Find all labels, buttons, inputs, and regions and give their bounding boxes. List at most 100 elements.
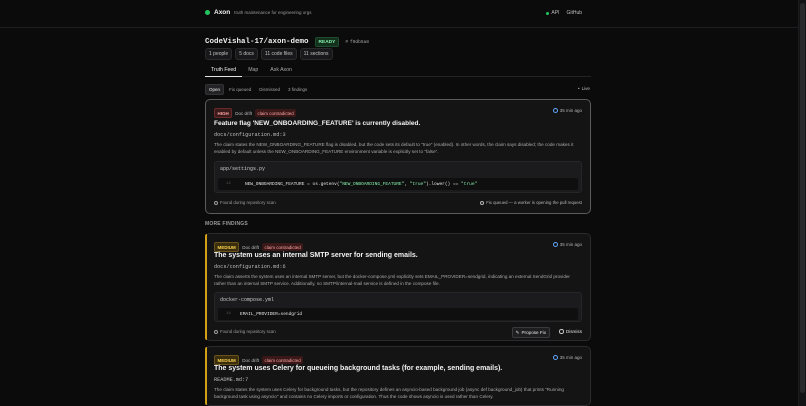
tab-truth-feed[interactable]: Truth Feed <box>205 65 243 77</box>
stat-people: 1 people <box>205 48 233 60</box>
repo-name: CodeVishal-17/axon-demo <box>205 38 309 46</box>
finding-age: 35 min ago <box>552 242 582 247</box>
code-file-name: app/settings.py <box>220 166 266 172</box>
tab-map[interactable]: Map <box>242 65 264 77</box>
age-text: 35 min ago <box>559 108 582 113</box>
filter-bar: Open Fix queued Dismissed 3 findings <box>205 84 310 95</box>
code-part: ).lower() == <box>425 181 462 187</box>
line-number: 14 <box>226 312 231 316</box>
doc-path-link[interactable]: docs/configuration.md:3 <box>214 132 286 138</box>
loading-icon <box>480 200 485 205</box>
code-part: NEW_ONBOARDING_FEATURE = os.getenv( <box>245 181 340 187</box>
dismiss-button[interactable]: Dismiss <box>559 329 582 334</box>
stat-code-files: 11 code files <box>260 48 297 60</box>
severity-badge: MEDIUM <box>214 355 240 365</box>
finding-badges: MEDIUM Doc drift claim contradicted <box>214 242 304 252</box>
code-string: "true" <box>461 181 478 187</box>
github-link[interactable]: GitHub <box>566 10 582 16</box>
more-findings-heading: MORE FINDINGS <box>205 221 248 227</box>
finding-title: The system uses Celery for queueing back… <box>214 365 503 372</box>
status-badge: READY <box>314 37 340 47</box>
category-label: Doc drift <box>242 244 260 250</box>
app-name: Axon <box>214 9 231 16</box>
top-bar: Axon truth maintenance for engineering o… <box>0 0 798 28</box>
dismiss-icon <box>559 329 564 334</box>
live-label: Live <box>581 86 590 91</box>
repo-header: CodeVishal-17/axon-demo READY # f0db5a8 <box>205 37 369 47</box>
tab-ask-axon[interactable]: Ask Axon <box>264 65 298 77</box>
code-text: NEW_ONBOARDING_FEATURE = os.getenv("NEW_… <box>245 182 477 187</box>
scan-source-text: Found during repository scan <box>220 329 276 334</box>
finding-badges: HIGH Doc drift claim contradicted <box>214 108 297 118</box>
category-label: Doc drift <box>242 357 260 363</box>
finding-card: MEDIUM Doc drift claim contradicted 35 m… <box>205 233 591 341</box>
scan-icon <box>214 200 218 205</box>
app-tagline: truth maintenance for engineering orgs <box>234 10 312 15</box>
commit-value: f0db5a8 <box>350 39 369 45</box>
scrollbar-thumb[interactable] <box>800 3 805 393</box>
featured-finding-card: HIGH Doc drift claim contradicted 35 min… <box>205 99 591 214</box>
kind-badge: claim contradicted <box>255 109 297 117</box>
code-file-name: docker-compose.yml <box>220 297 275 303</box>
kind-badge: claim contradicted <box>262 243 304 251</box>
main-tabs: Truth Feed Map Ask Axon <box>205 65 591 77</box>
code-string: "NEW_ONBOARDING_FEATURE" <box>339 181 405 187</box>
scan-icon <box>214 329 218 334</box>
propose-fix-label: Propose Fix <box>521 330 546 335</box>
dismiss-label: Dismiss <box>565 329 582 334</box>
top-nav: API GitHub <box>546 10 582 16</box>
finding-age: 35 min ago <box>552 108 582 113</box>
code-line: 14 EMAIL_PROVIDER=sendgrid <box>218 308 578 320</box>
findings-count: 3 findings <box>288 87 308 92</box>
severity-badge: HIGH <box>214 108 233 118</box>
api-status[interactable]: API <box>546 10 559 16</box>
fix-status: Fix queued — a worker is opening the pul… <box>480 200 582 205</box>
code-text: EMAIL_PROVIDER=sendgrid <box>240 311 303 317</box>
kind-badge: claim contradicted <box>262 356 304 364</box>
commit-icon: # <box>345 39 349 45</box>
doc-path-link[interactable]: docs/configuration.md:6 <box>214 264 286 270</box>
finding-badges: MEDIUM Doc drift claim contradicted <box>214 355 304 365</box>
filter-open[interactable]: Open <box>205 84 225 95</box>
brand[interactable]: Axon truth maintenance for engineering o… <box>205 9 312 16</box>
clock-icon <box>552 355 558 360</box>
live-indicator: • Live <box>578 86 590 91</box>
clock-icon <box>552 108 558 113</box>
finding-description: The claim states the system uses Celery … <box>214 387 564 399</box>
scan-source: Found during repository scan <box>214 200 276 205</box>
finding-title: Feature flag 'NEW_ONBOARDING_FEATURE' is… <box>214 120 421 127</box>
finding-description: The claim states the NEW_ONBOARDING_FEAT… <box>214 142 574 154</box>
filter-dismissed[interactable]: Dismissed <box>256 85 283 94</box>
age-text: 35 min ago <box>559 355 582 360</box>
fix-status-text: Fix queued — a worker is opening the pul… <box>486 200 582 205</box>
code-string: "true" <box>409 181 426 187</box>
category-label: Doc drift <box>235 110 253 116</box>
line-number: 12 <box>226 182 231 186</box>
commit-hash: # f0db5a8 <box>345 40 369 45</box>
wrench-icon: ✎ <box>515 329 520 335</box>
finding-age: 35 min ago <box>552 355 582 360</box>
scan-source-text: Found during repository scan <box>220 200 276 205</box>
severity-badge: MEDIUM <box>214 242 240 252</box>
scan-source: Found during repository scan <box>214 329 276 334</box>
filter-fix-queued[interactable]: Fix queued <box>226 85 254 94</box>
severity-accent <box>205 347 207 405</box>
scrollbar[interactable] <box>798 0 806 406</box>
clock-icon <box>552 242 558 247</box>
live-icon: • <box>578 86 580 91</box>
brand-status-dot <box>205 10 210 15</box>
stat-sections: 11 sections <box>299 48 333 60</box>
propose-fix-button[interactable]: ✎ Propose Fix <box>511 327 550 338</box>
severity-accent <box>205 234 207 340</box>
api-label: API <box>551 10 560 16</box>
code-snippet: app/settings.py 12 NEW_ONBOARDING_FEATUR… <box>214 161 582 193</box>
doc-path-link[interactable]: README.md:7 <box>214 377 248 383</box>
finding-card: MEDIUM Doc drift claim contradicted 35 m… <box>205 346 591 406</box>
repo-stats: 1 people 5 docs 11 code files 11 section… <box>205 48 333 60</box>
api-status-dot <box>546 11 550 15</box>
finding-description: The claim asserts the system uses an int… <box>214 274 570 286</box>
finding-title: The system uses an internal SMTP server … <box>214 252 418 259</box>
code-line: 12 NEW_ONBOARDING_FEATURE = os.getenv("N… <box>218 178 578 190</box>
stat-docs: 5 docs <box>235 48 258 60</box>
age-text: 35 min ago <box>559 242 582 247</box>
